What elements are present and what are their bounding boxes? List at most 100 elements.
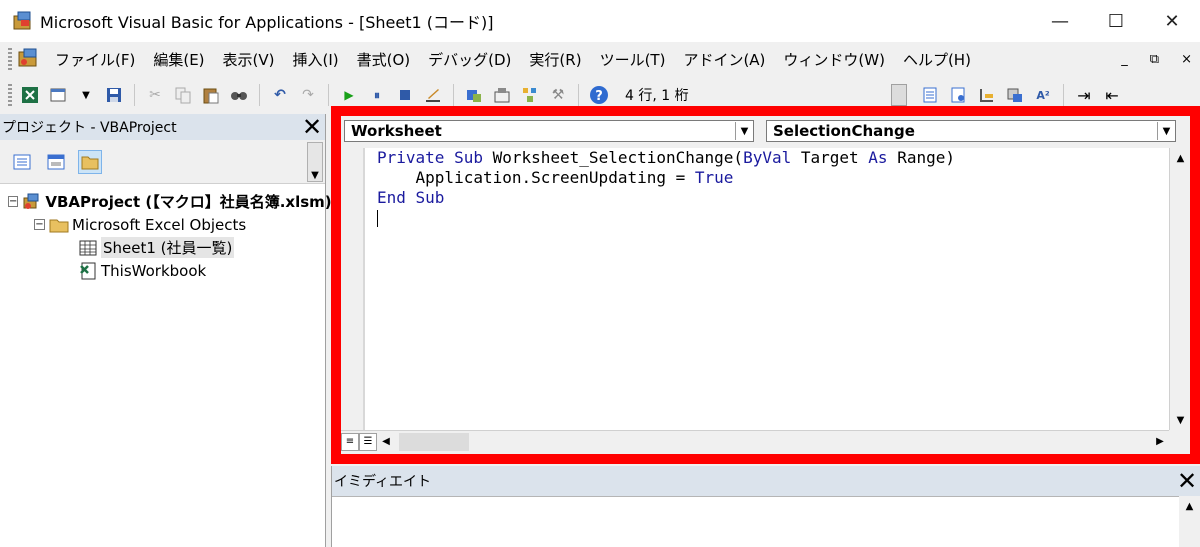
undo-icon[interactable]: ↶ [268,83,292,107]
collapse-toggle[interactable]: − [8,196,19,207]
view-object-icon[interactable] [44,150,68,174]
menu-insert[interactable]: 挿入(I) [284,49,348,70]
scroll-down-icon[interactable]: ▼ [1170,410,1191,430]
project-explorer-header: プロジェクト - VBAProject ✕ [0,113,325,141]
toolbar-separator [134,84,135,106]
object-browser-icon[interactable] [518,83,542,107]
keyword: As [868,148,888,167]
toolbox-icon[interactable]: ⚒ [546,83,570,107]
toggle-folders-icon[interactable] [78,149,102,174]
project-explorer-title: プロジェクト - VBAProject [2,120,177,136]
code-margin [341,148,363,430]
code-vertical-scrollbar[interactable]: ▲ ▼ [1169,148,1190,430]
copy-icon[interactable] [171,83,195,107]
keyword: ByVal [743,148,792,167]
menu-debug[interactable]: デバッグ(D) [419,49,520,70]
tree-node-thisworkbook[interactable]: ThisWorkbook [0,259,325,282]
text-caret [377,210,378,227]
help-icon[interactable]: ? [587,83,611,107]
close-button[interactable]: ✕ [1144,0,1200,42]
maximize-button[interactable]: ☐ [1088,0,1144,42]
indent-icon[interactable]: ⇥ [1072,83,1096,107]
redo-icon[interactable]: ↷ [296,83,320,107]
project-toolbar-scroll[interactable]: ▼ [307,142,323,182]
tree-node-excel-objects[interactable]: − Microsoft Excel Objects [0,213,325,236]
object-dropdown-value: Worksheet [351,122,442,140]
excel-view-icon[interactable] [16,47,40,71]
outdent-icon[interactable]: ⇤ [1100,83,1124,107]
design-mode-icon[interactable] [421,83,445,107]
list-properties-icon[interactable] [919,83,943,107]
doc-close-button[interactable]: × [1181,52,1192,67]
immediate-vertical-scrollbar[interactable]: ▲ [1179,496,1200,547]
doc-restore-button[interactable]: ⧉ [1150,52,1159,67]
procedure-dropdown[interactable]: SelectionChange ▼ [766,120,1176,142]
horizontal-scroll-thumb[interactable] [399,432,469,451]
properties-icon[interactable] [490,83,514,107]
save-icon[interactable] [102,83,126,107]
object-dropdown[interactable]: Worksheet ▼ [344,120,754,142]
paste-icon[interactable] [199,83,223,107]
chevron-down-icon[interactable]: ▼ [1157,122,1175,140]
excel-icon[interactable] [18,83,42,107]
toolbar-overflow[interactable] [891,84,907,106]
collapse-toggle[interactable]: − [34,219,45,230]
insert-userform-icon[interactable] [46,83,70,107]
minimize-button[interactable]: — [1032,0,1088,42]
scroll-left-icon[interactable]: ◀ [377,433,395,451]
procedure-view-icon[interactable]: ≡ [341,432,359,451]
chevron-down-icon[interactable]: ▼ [735,122,753,140]
code-text: Target [791,148,869,167]
toolbar-separator [1063,84,1064,106]
code-window: Worksheet ▼ SelectionChange ▼ Private Su… [341,116,1190,454]
keyword: End Sub [377,188,445,207]
scroll-up-icon[interactable]: ▲ [1179,496,1200,516]
menu-bar: ファイル(F) 編集(E) 表示(V) 挿入(I) 書式(O) デバッグ(D) … [0,42,1200,76]
menu-window[interactable]: ウィンドウ(W) [774,49,894,70]
menu-run[interactable]: 実行(R) [520,49,590,70]
menu-file[interactable]: ファイル(F) [46,49,144,70]
tree-node-vbaproject[interactable]: − VBAProject (【マクロ】社員名簿.xlsm) [0,190,332,213]
view-code-icon[interactable] [10,150,34,174]
tree-label-thisworkbook: ThisWorkbook [101,261,207,280]
workbook-icon [78,262,98,280]
list-constants-icon[interactable] [947,83,971,107]
tree-label-vbaproject: VBAProject (【マクロ】社員名簿.xlsm) [45,193,332,211]
toolbar-separator [328,84,329,106]
code-editor[interactable]: Private Sub Worksheet_SelectionChange(By… [363,148,1169,430]
menu-grip[interactable] [8,48,12,70]
parameter-info-icon[interactable] [1003,83,1027,107]
doc-minimize-button[interactable]: _ [1121,52,1128,67]
code-horizontal-scrollbar[interactable]: ≡ ☰ ◀ ▶ [341,430,1169,452]
project-toolbar: ▼ [0,140,325,184]
reset-icon[interactable] [393,83,417,107]
cursor-position-status: 4 行, 1 桁 [619,83,889,107]
project-tree: − VBAProject (【マクロ】社員名簿.xlsm) − Microsof… [0,184,332,282]
svg-text:?: ? [595,89,603,104]
dropdown-arrow-icon[interactable]: ▼ [74,83,98,107]
menu-addins[interactable]: アドイン(A) [674,49,774,70]
menu-tools[interactable]: ツール(T) [591,49,675,70]
menu-format[interactable]: 書式(O) [348,49,420,70]
menu-edit[interactable]: 編集(E) [144,49,213,70]
immediate-title: イミディエイト [334,474,432,490]
toolbar-grip[interactable] [8,84,12,106]
immediate-input[interactable] [332,496,1200,547]
project-close-button[interactable]: ✕ [299,113,325,141]
procedure-dropdown-value: SelectionChange [773,122,915,140]
immediate-close-button[interactable]: ✕ [1174,467,1200,495]
immediate-header: イミディエイト ✕ [332,466,1200,496]
complete-word-icon[interactable]: A² [1031,83,1055,107]
project-explorer-icon[interactable] [462,83,486,107]
tree-node-sheet1[interactable]: Sheet1 (社員一覧) [0,236,325,259]
quick-info-icon[interactable] [975,83,999,107]
menu-view[interactable]: 表示(V) [214,49,284,70]
find-icon[interactable] [227,83,251,107]
run-icon[interactable]: ▶ [337,83,361,107]
break-icon[interactable]: ⏸ [365,83,389,107]
scroll-right-icon[interactable]: ▶ [1151,433,1169,451]
menu-help[interactable]: ヘルプ(H) [894,49,980,70]
scroll-up-icon[interactable]: ▲ [1170,148,1191,168]
cut-icon[interactable]: ✂ [143,83,167,107]
full-module-view-icon[interactable]: ☰ [359,432,377,451]
